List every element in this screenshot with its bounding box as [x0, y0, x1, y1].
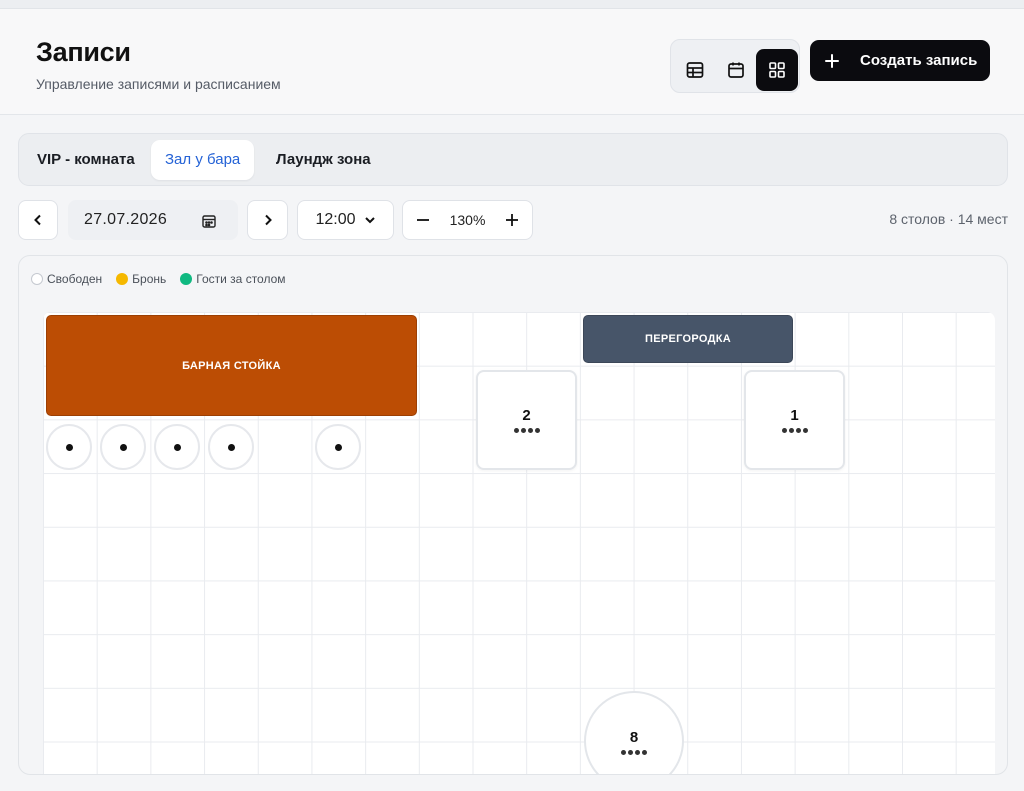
tab-lounge-zone[interactable]: Лаундж зона [262, 140, 385, 180]
stool-seat-dot [227, 443, 235, 451]
grid-icon [769, 62, 785, 78]
zoom-in-button[interactable] [505, 213, 519, 227]
bar-stool[interactable] [46, 424, 92, 470]
plus-icon [824, 53, 840, 69]
calendar-picker-icon[interactable] [201, 213, 217, 229]
tab-bar-hall[interactable]: Зал у бара [151, 140, 255, 180]
stool-seat-dot [334, 443, 342, 451]
stool-seat-dot [65, 443, 73, 451]
time-select[interactable]: 12:00 [297, 200, 394, 240]
table-icon [686, 62, 704, 78]
legend-free: Свободен [31, 272, 102, 286]
table-1[interactable]: 1 [744, 370, 845, 470]
chevron-left-icon [34, 214, 41, 226]
legend-free-label: Свободен [47, 272, 103, 286]
zoom-level: 130% [449, 212, 486, 228]
bar-stool[interactable] [315, 424, 361, 470]
chevron-down-icon [364, 217, 375, 224]
seated-status-dot [180, 273, 193, 285]
bar-counter: БАРНАЯ СТОЙКА [46, 315, 417, 416]
date-input[interactable]: 27.07.2026 [68, 200, 238, 240]
zone-tabs: VIP - комната Зал у бара Лаундж зона [18, 133, 1008, 186]
window-top-edge [0, 0, 1024, 9]
grid-view-button[interactable] [756, 49, 798, 91]
floor-plan-panel: Свободен Бронь Гости за столом БАРНАЯ СТ… [18, 255, 1008, 775]
page-subtitle: Управление записями и расписанием [36, 76, 281, 92]
table-2[interactable]: 2 [476, 370, 577, 470]
bar-stool[interactable] [154, 424, 200, 470]
table-number: 2 [522, 407, 531, 424]
partition: ПЕРЕГОРОДКА [583, 315, 793, 363]
legend-booked: Бронь [116, 272, 166, 286]
calendar-view-button[interactable] [715, 49, 757, 91]
zoom-control: 130% [402, 200, 533, 240]
date-value: 27.07.2026 [84, 211, 168, 228]
free-status-dot [31, 273, 43, 285]
stool-seat-dot [119, 443, 127, 451]
seat-indicators [781, 428, 809, 433]
tab-vip-room[interactable]: VIP - комната [23, 140, 149, 180]
chevron-right-icon [264, 214, 272, 226]
page-header: Записи Управление записями и расписанием [0, 9, 1024, 115]
table-number: 1 [790, 407, 799, 424]
legend-booked-label: Бронь [132, 272, 167, 286]
legend-seated-label: Гости за столом [196, 272, 286, 286]
zoom-out-button[interactable] [416, 213, 430, 227]
booked-status-dot [116, 273, 129, 285]
time-value: 12:00 [315, 211, 356, 228]
bar-stool[interactable] [100, 424, 146, 470]
legend-seated: Гости за столом [180, 272, 286, 286]
next-date-button[interactable] [247, 200, 288, 240]
seat-indicators [513, 428, 541, 433]
status-legend: Свободен Бронь Гости за столом [31, 272, 300, 286]
table-view-button[interactable] [674, 49, 716, 91]
bar-stool[interactable] [208, 424, 254, 470]
create-record-label: Создать запись [860, 52, 978, 69]
table-number: 8 [629, 729, 639, 746]
view-mode-switch [670, 39, 800, 93]
calendar-icon [728, 62, 744, 78]
stool-seat-dot [173, 443, 181, 451]
seat-indicators [620, 750, 648, 755]
create-record-button[interactable]: Создать запись [810, 40, 990, 81]
prev-date-button[interactable] [18, 200, 58, 240]
page-title: Записи [36, 37, 131, 67]
tables-seats-summary: 8 столов · 14 мест [889, 211, 1008, 227]
